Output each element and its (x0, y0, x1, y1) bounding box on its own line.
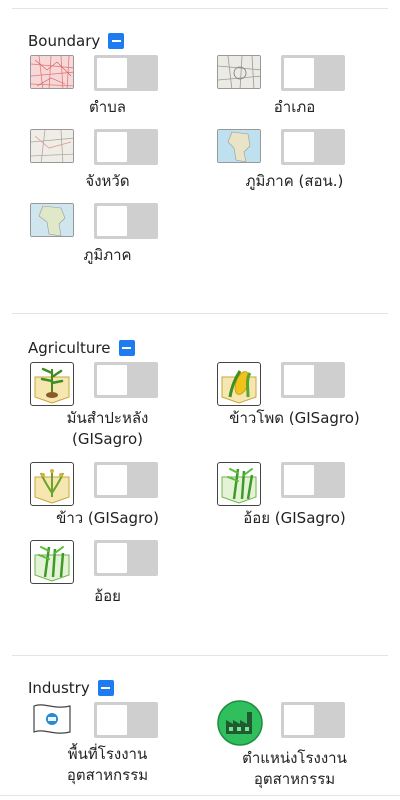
factory-location-label: ตำแหน่งโรงงาน อุตสาหกรรม (242, 749, 347, 788)
subdistrict-label: ตำบล (89, 98, 126, 116)
section-divider (12, 655, 388, 656)
subdistrict-toggle[interactable] (94, 55, 158, 91)
boundary-collapse-button[interactable] (108, 33, 125, 49)
cassava-toggle[interactable] (94, 362, 158, 398)
sugarcane-gisagro-label: อ้อย (GISagro) (243, 509, 346, 527)
subdistrict-map-thumbnail-icon (30, 55, 74, 89)
industrial-area-flag-icon (30, 702, 74, 738)
rice-toggle[interactable] (94, 462, 158, 498)
section-divider (12, 313, 388, 314)
sugarcane-toggle[interactable] (94, 540, 158, 576)
region-label: ภูมิภาค (83, 246, 132, 264)
region-ocsb-map-thumbnail-icon (217, 129, 261, 163)
sugarcane-field-icon (30, 540, 74, 584)
factory-location-icon (217, 700, 263, 746)
rice-icon (30, 462, 74, 506)
sugarcane-icon (217, 462, 261, 506)
boundary-title: Boundary (28, 32, 101, 50)
industrial-area-toggle[interactable] (94, 702, 158, 738)
industry-section-header: Industry (28, 679, 114, 697)
agriculture-title: Agriculture (28, 339, 111, 357)
region-ocsb-label: ภูมิภาค (สอน.) (245, 172, 344, 190)
industry-collapse-button[interactable] (97, 680, 114, 696)
region-ocsb-toggle[interactable] (281, 129, 345, 165)
province-toggle[interactable] (94, 129, 158, 165)
agriculture-collapse-button[interactable] (118, 340, 135, 356)
corn-icon (217, 362, 261, 406)
region-toggle[interactable] (94, 203, 158, 239)
factory-location-toggle[interactable] (281, 702, 345, 738)
bottom-divider (0, 795, 400, 796)
province-label: จังหวัด (85, 172, 130, 190)
sugarcane-gisagro-toggle[interactable] (281, 462, 345, 498)
cassava-label: มันสำปะหลัง (GISagro) (66, 409, 149, 448)
cassava-icon (30, 362, 74, 406)
agriculture-section-header: Agriculture (28, 339, 135, 357)
industry-title: Industry (28, 679, 90, 697)
district-label: อำเภอ (273, 98, 316, 116)
boundary-section-header: Boundary (28, 32, 125, 50)
rice-label: ข้าว (GISagro) (56, 509, 159, 527)
district-map-thumbnail-icon (217, 55, 261, 89)
sugarcane-label: อ้อย (94, 587, 121, 605)
corn-label: ข้าวโพด (GISagro) (229, 409, 360, 427)
industrial-area-label: พื้นที่โรงงาน อุตสาหกรรม (66, 745, 149, 784)
top-divider (12, 8, 388, 9)
corn-toggle[interactable] (281, 362, 345, 398)
region-map-thumbnail-icon (30, 203, 74, 237)
district-toggle[interactable] (281, 55, 345, 91)
province-map-thumbnail-icon (30, 129, 74, 163)
